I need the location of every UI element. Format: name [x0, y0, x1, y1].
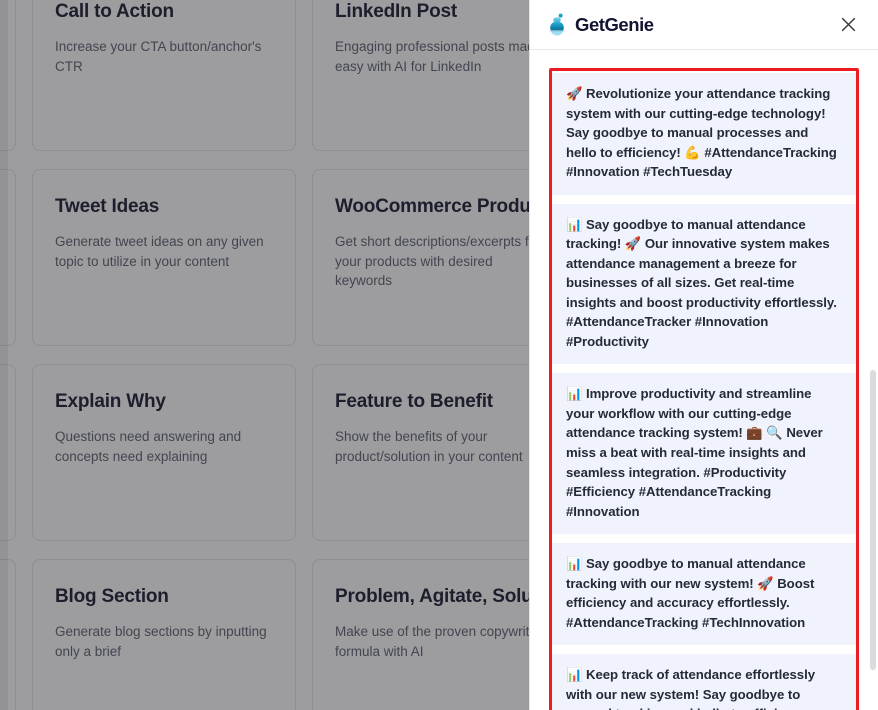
drawer-scrollbar[interactable]: [870, 50, 876, 710]
app-root: Rewrite Rewrite any given sentence/parag…: [0, 0, 878, 710]
generated-results-box: 🚀 Revolutionize your attendance tracking…: [549, 68, 859, 710]
page-scrollbar[interactable]: [0, 0, 8, 710]
drawer-scrollbar-thumb[interactable]: [870, 370, 876, 670]
getgenie-drawer: GetGenie 🚀 Revolutionize your attendance…: [529, 0, 878, 710]
result-item[interactable]: 📊 Keep track of attendance effortlessly …: [552, 654, 856, 710]
drawer-header: GetGenie: [530, 0, 878, 50]
genie-lamp-icon: [546, 13, 568, 37]
brand: GetGenie: [546, 13, 654, 37]
brand-name: GetGenie: [575, 13, 654, 35]
result-item[interactable]: 📊 Say goodbye to manual attendance track…: [552, 203, 856, 365]
close-icon[interactable]: [836, 13, 860, 37]
result-item[interactable]: 🚀 Revolutionize your attendance tracking…: [552, 73, 856, 195]
drawer-body[interactable]: 🚀 Revolutionize your attendance tracking…: [530, 50, 878, 710]
result-item[interactable]: 📊 Say goodbye to manual attendance track…: [552, 543, 856, 646]
result-item[interactable]: 📊 Improve productivity and streamline yo…: [552, 373, 856, 535]
